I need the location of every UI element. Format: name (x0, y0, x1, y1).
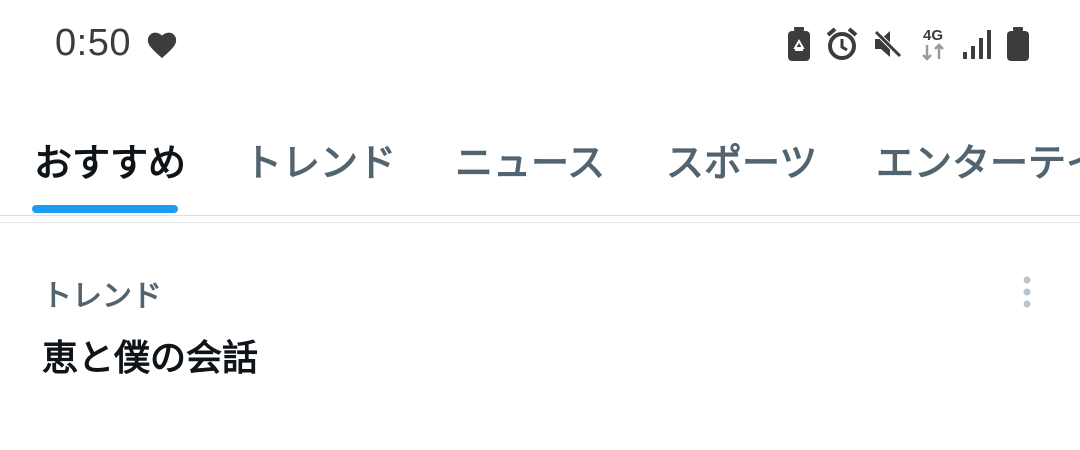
tab-bar: おすすめ トレンド ニュース スポーツ エンターテイ (0, 120, 1080, 216)
active-tab-indicator (32, 205, 178, 213)
battery-icon (1007, 27, 1029, 61)
alarm-icon (826, 27, 858, 60)
mute-icon (874, 30, 902, 58)
tab-sports[interactable]: スポーツ (666, 132, 817, 187)
tab-news[interactable]: ニュース (455, 132, 605, 187)
tab-trending[interactable]: トレンド (244, 132, 396, 187)
more-options-button[interactable] (1010, 273, 1044, 313)
tab-recommended[interactable]: おすすめ (34, 132, 186, 187)
tab-divider (0, 215, 1080, 223)
trend-item[interactable]: トレンド 恵と僕の会話 (0, 225, 1080, 405)
trend-title: 恵と僕の会話 (42, 338, 259, 379)
status-time: 0:50 (55, 22, 131, 64)
heart-icon (147, 32, 177, 59)
network-label: 4G (923, 27, 943, 44)
status-bar: 0:50 4G (0, 0, 1080, 90)
more-vertical-icon (1023, 276, 1031, 308)
tab-entertainment[interactable]: エンターテイ (876, 132, 1080, 187)
battery-saver-icon (788, 27, 810, 61)
trend-category: トレンド (42, 279, 162, 314)
signal-icon (963, 30, 991, 59)
status-icons: 4G (786, 24, 1030, 64)
4g-data-icon: 4G (922, 27, 944, 61)
